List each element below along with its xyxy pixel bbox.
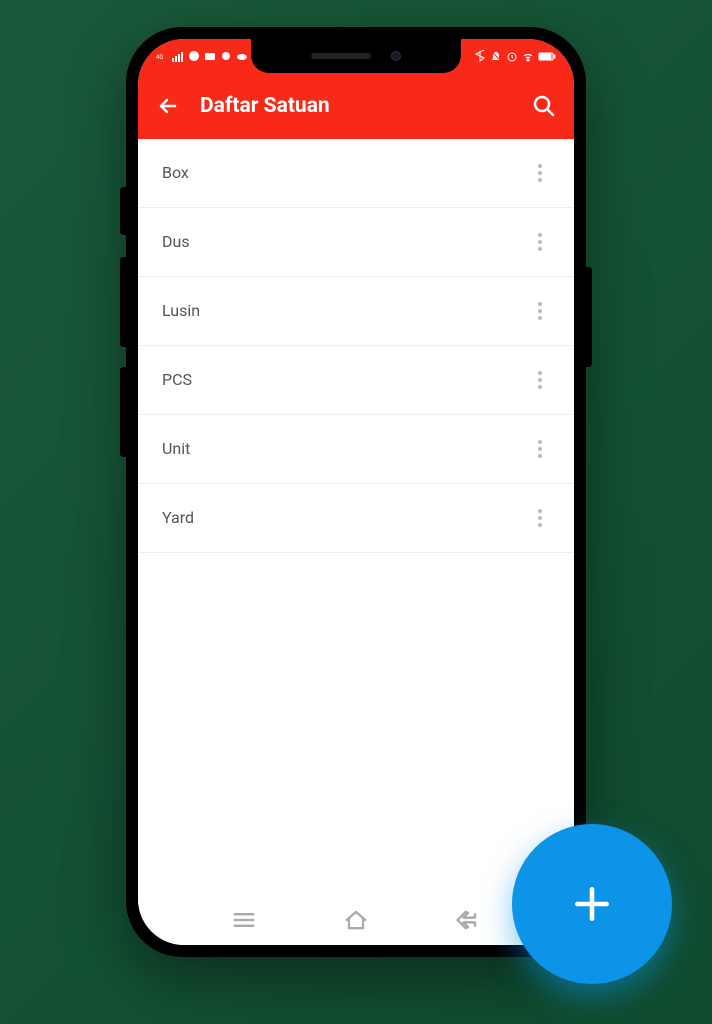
bluetooth-icon bbox=[474, 50, 486, 62]
list-item[interactable]: Yard bbox=[138, 484, 574, 553]
home-button[interactable] bbox=[342, 906, 370, 934]
list-item[interactable]: Box bbox=[138, 139, 574, 208]
more-vertical-icon bbox=[538, 302, 542, 306]
svg-text:4G: 4G bbox=[156, 54, 163, 61]
android-nav-bar bbox=[138, 895, 574, 945]
more-vertical-icon bbox=[538, 440, 542, 444]
more-vertical-icon bbox=[538, 509, 542, 513]
phone-notch bbox=[251, 39, 461, 73]
recent-apps-button[interactable] bbox=[230, 906, 258, 934]
alarm-icon bbox=[506, 50, 518, 62]
battery-icon bbox=[538, 50, 556, 62]
menu-icon bbox=[230, 906, 258, 934]
list-item-label: Unit bbox=[162, 439, 190, 458]
plus-icon bbox=[570, 882, 614, 926]
more-vertical-icon bbox=[538, 233, 542, 237]
arrow-left-icon bbox=[156, 94, 180, 118]
chat-icon bbox=[188, 50, 200, 62]
phone-camera bbox=[391, 51, 401, 61]
signal-bars-icon bbox=[172, 50, 184, 62]
list-item[interactable]: PCS bbox=[138, 346, 574, 415]
list-item-label: PCS bbox=[162, 370, 192, 389]
status-right bbox=[474, 50, 556, 62]
back-button[interactable] bbox=[156, 94, 180, 118]
more-button[interactable] bbox=[530, 437, 550, 461]
list-item[interactable]: Unit bbox=[138, 415, 574, 484]
more-button[interactable] bbox=[530, 230, 550, 254]
wifi-icon bbox=[522, 50, 534, 62]
more-button[interactable] bbox=[530, 299, 550, 323]
more-vertical-icon bbox=[538, 164, 542, 168]
more-button[interactable] bbox=[530, 506, 550, 530]
notif-icon bbox=[220, 50, 232, 62]
page-title: Daftar Satuan bbox=[200, 94, 532, 118]
mail-icon bbox=[204, 50, 216, 62]
list-item[interactable]: Lusin bbox=[138, 277, 574, 346]
unit-list: Box Dus Lusin bbox=[138, 139, 574, 553]
search-icon bbox=[532, 94, 556, 118]
more-vertical-icon bbox=[538, 371, 542, 375]
more-button[interactable] bbox=[530, 368, 550, 392]
cloud-icon bbox=[236, 50, 248, 62]
home-icon bbox=[342, 906, 370, 934]
more-button[interactable] bbox=[530, 161, 550, 185]
phone-frame: 4G bbox=[126, 27, 586, 957]
back-icon bbox=[454, 906, 482, 934]
signal-4g-icon: 4G bbox=[156, 50, 168, 62]
list-item[interactable]: Dus bbox=[138, 208, 574, 277]
app-bar: Daftar Satuan bbox=[138, 73, 574, 139]
list-item-label: Dus bbox=[162, 232, 190, 251]
search-button[interactable] bbox=[532, 94, 556, 118]
add-fab[interactable] bbox=[512, 824, 672, 984]
silent-icon bbox=[490, 50, 502, 62]
status-left: 4G bbox=[156, 50, 248, 62]
phone-screen: 4G bbox=[138, 39, 574, 945]
list-item-label: Yard bbox=[162, 508, 194, 527]
back-nav-button[interactable] bbox=[454, 906, 482, 934]
phone-power-button bbox=[586, 267, 592, 367]
phone-speaker bbox=[311, 53, 371, 59]
list-item-label: Lusin bbox=[162, 301, 200, 320]
phone-side-button bbox=[120, 367, 126, 457]
list-item-label: Box bbox=[162, 163, 189, 182]
